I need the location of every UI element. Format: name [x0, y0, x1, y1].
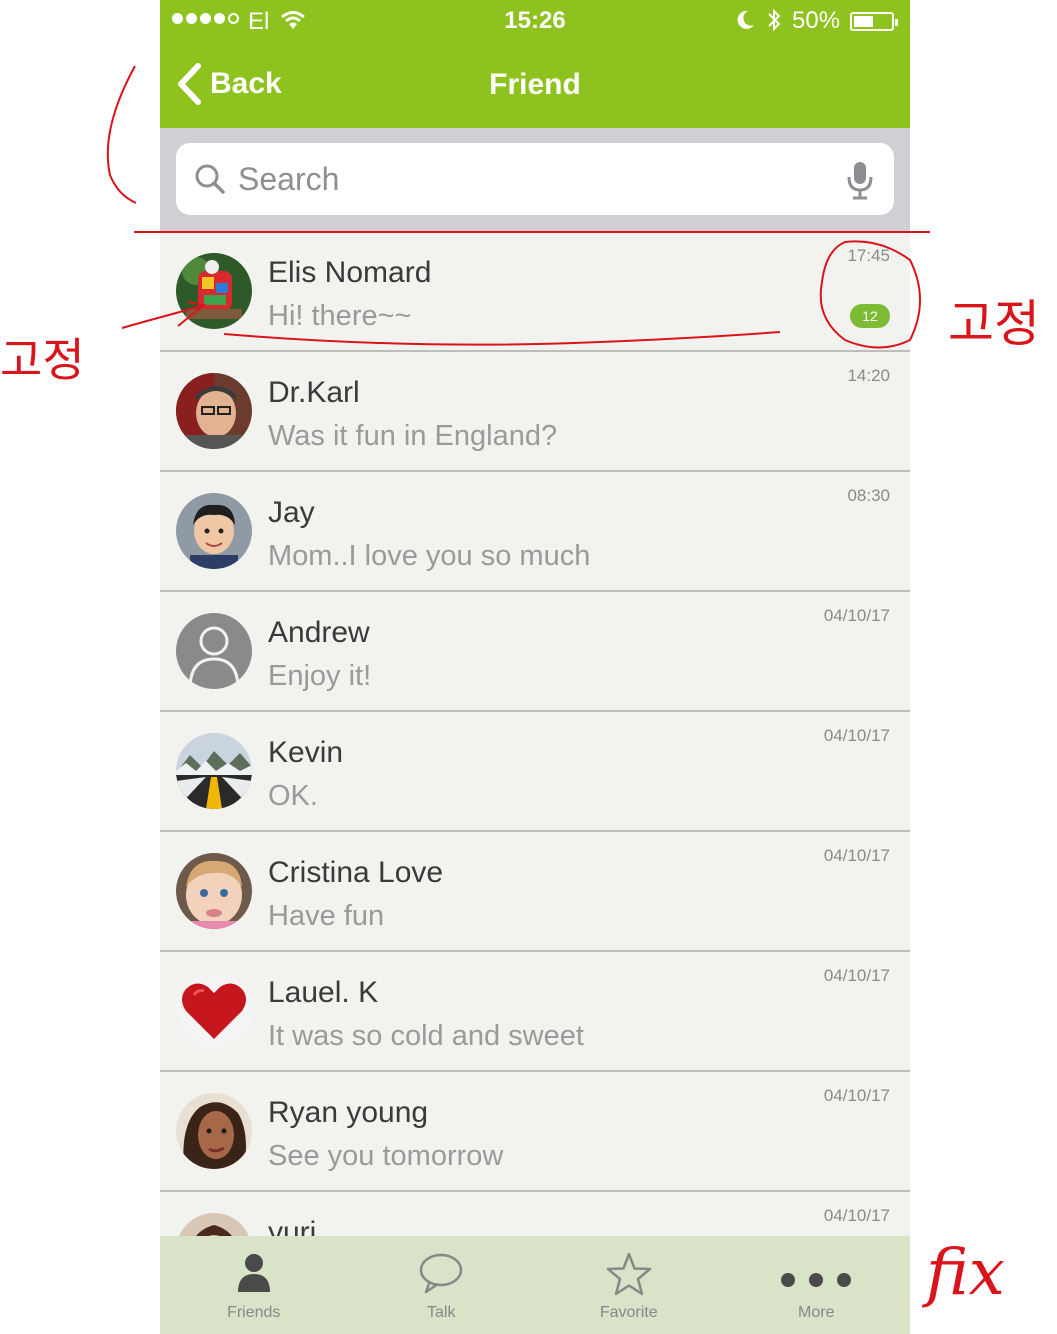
avatar: [176, 1093, 252, 1169]
tab-label: Friends: [227, 1304, 281, 1321]
search-box: [176, 143, 894, 215]
bluetooth-icon: [768, 8, 781, 32]
contact-name: Jay: [268, 496, 315, 529]
annotation-fixed-left: 고정: [0, 333, 85, 387]
contact-name: Andrew: [268, 616, 370, 649]
tab-more[interactable]: More: [723, 1236, 911, 1334]
message-time: 04/10/17: [823, 846, 890, 865]
conversation-row[interactable]: Dr.Karl Was it fun in England? 14:20: [160, 352, 910, 472]
speech-bubble-icon: [420, 1253, 463, 1294]
battery-percentage: 50%: [792, 7, 841, 34]
star-icon: [606, 1252, 651, 1296]
conversation-row[interactable]: Andrew Enjoy it! 04/10/17: [160, 592, 910, 712]
contact-name: Dr.Karl: [268, 376, 360, 409]
last-message: Hi! there~~: [268, 300, 412, 332]
last-message: Was it fun in England?: [268, 420, 558, 452]
conversation-row[interactable]: Kevin OK. 04/10/17: [160, 712, 910, 832]
unread-badge: 12: [850, 304, 890, 328]
phone-screen: El 15:26 50% Back Friend Search Elis Nom…: [160, 0, 910, 1334]
last-message: Enjoy it!: [268, 660, 372, 692]
message-time: 17:45: [847, 246, 890, 265]
tab-bar: Friends Talk Favorite More: [160, 1236, 910, 1334]
page-title: Friend: [489, 68, 581, 101]
conversation-row[interactable]: Ryan young See you tomorrow 04/10/17: [160, 1072, 910, 1192]
tab-label: Favorite: [599, 1304, 658, 1321]
tab-favorite[interactable]: Favorite: [535, 1236, 723, 1334]
microphone-icon[interactable]: [846, 160, 874, 200]
more-dots-icon: [781, 1273, 852, 1287]
tab-talk[interactable]: Talk: [348, 1236, 536, 1334]
conversation-list: Elis Nomard Hi! there~~ 17:45 12 Dr.Karl…: [160, 232, 910, 1312]
person-icon: [237, 1254, 270, 1292]
tab-label: Talk: [427, 1304, 456, 1321]
contact-name: Kevin: [268, 736, 344, 769]
contact-name: Lauel. K: [268, 976, 379, 1009]
annotation-fix: fix: [926, 1236, 1005, 1310]
tab-friends[interactable]: Friends: [160, 1236, 348, 1334]
tab-label: More: [798, 1304, 835, 1321]
conversation-row[interactable]: Lauel. K It was so cold and sweet 04/10/…: [160, 952, 910, 1072]
message-time: 14:20: [847, 366, 890, 385]
contact-name: Cristina Love: [268, 856, 444, 889]
conversation-row[interactable]: Cristina Love Have fun 04/10/17: [160, 832, 910, 952]
last-message: Mom..I love you so much: [268, 540, 591, 572]
avatar: [176, 973, 252, 1049]
search-input[interactable]: [238, 155, 818, 203]
last-message: See you tomorrow: [268, 1140, 504, 1172]
avatar: [176, 733, 252, 809]
last-message: OK.: [268, 780, 318, 812]
conversation-row[interactable]: Jay Mom..I love you so much 08:30: [160, 472, 910, 592]
battery-icon: [850, 12, 898, 31]
annotation-fixed-right: 고정: [948, 295, 1040, 353]
contact-name: Elis Nomard: [268, 256, 432, 289]
avatar: [176, 253, 252, 329]
message-time: 04/10/17: [823, 1206, 890, 1225]
default-person-icon: [176, 613, 252, 689]
avatar: [176, 373, 252, 449]
contact-name: Ryan young: [268, 1096, 429, 1129]
avatar: [176, 613, 252, 689]
search-icon: [195, 164, 225, 194]
last-message: It was so cold and sweet: [268, 1020, 584, 1052]
message-time: 04/10/17: [823, 606, 890, 625]
last-message: Have fun: [268, 900, 385, 932]
message-time: 08:30: [847, 486, 890, 505]
message-time: 04/10/17: [823, 966, 890, 985]
search-bar: [160, 128, 910, 232]
message-time: 04/10/17: [823, 1086, 890, 1105]
moon-icon: [737, 10, 754, 29]
status-bar: El 15:26 50%: [160, 0, 910, 40]
top-bar: El 15:26 50% Back Friend: [160, 0, 910, 128]
avatar: [176, 853, 252, 929]
message-time: 04/10/17: [823, 726, 890, 745]
conversation-row[interactable]: Elis Nomard Hi! there~~ 17:45 12: [160, 232, 910, 352]
avatar: [176, 493, 252, 569]
